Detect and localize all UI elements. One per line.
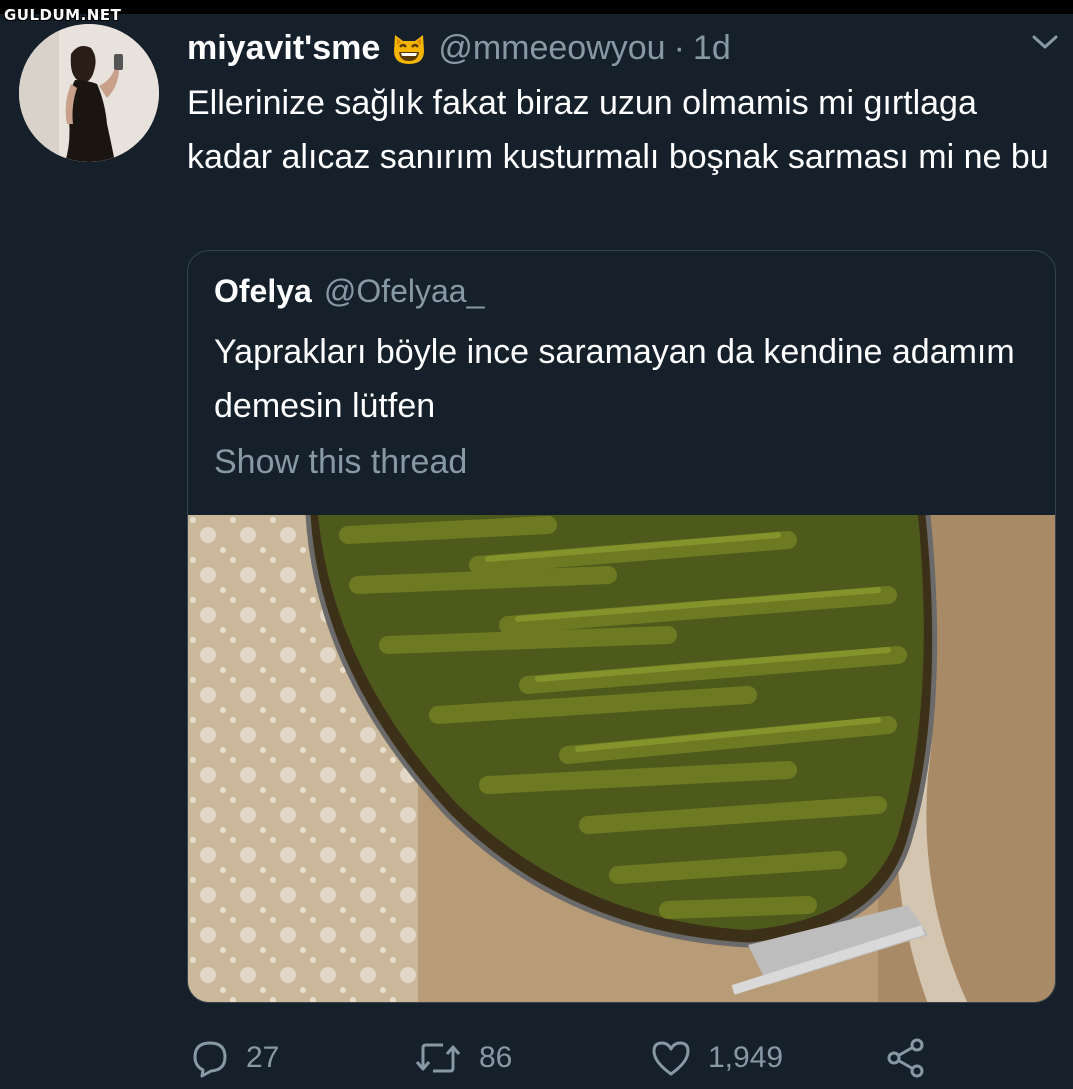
like-button[interactable]: 1,949: [650, 1032, 783, 1084]
show-thread-link[interactable]: Show this thread: [214, 443, 467, 482]
reply-button[interactable]: 27: [190, 1032, 279, 1084]
share-icon: [884, 1036, 928, 1080]
watermark: GULDUM.NET: [4, 6, 122, 24]
heart-icon: [650, 1038, 692, 1078]
tweet-header: miyavit'sme @mmeeowyou · 1d: [187, 26, 731, 70]
quoted-tweet[interactable]: Ofelya @Ofelyaa_ Yaprakları böyle ince s…: [187, 250, 1056, 1003]
quoted-display-name[interactable]: Ofelya: [214, 273, 312, 310]
like-count: 1,949: [708, 1041, 784, 1074]
reply-icon: [190, 1038, 230, 1078]
tweet-text: Ellerinize sağlık fakat biraz uzun olmam…: [187, 84, 1049, 176]
display-name[interactable]: miyavit'sme: [187, 29, 380, 68]
quoted-tweet-photo[interactable]: [188, 514, 1055, 1002]
quoted-tweet-header: Ofelya @Ofelyaa_: [214, 273, 484, 310]
user-handle[interactable]: @mmeeowyou: [438, 29, 665, 68]
timestamp[interactable]: 1d: [693, 29, 731, 68]
retweet-button[interactable]: 86: [413, 1032, 512, 1084]
tweet-actions: 27 86 1,949: [0, 1032, 1073, 1084]
separator-dot: ·: [673, 28, 685, 67]
retweet-icon: [413, 1038, 463, 1078]
quoted-tweet-text: Yaprakları böyle ince saramayan da kendi…: [214, 333, 1015, 425]
chevron-down-icon[interactable]: [1030, 30, 1060, 54]
grinning-cat-icon: [390, 29, 428, 67]
retweet-count: 86: [479, 1041, 513, 1074]
quoted-user-handle[interactable]: @Ofelyaa_: [324, 273, 485, 310]
share-button[interactable]: [884, 1032, 928, 1084]
top-black-bar: [0, 0, 1073, 14]
avatar[interactable]: [19, 24, 159, 162]
reply-count: 27: [246, 1041, 280, 1074]
